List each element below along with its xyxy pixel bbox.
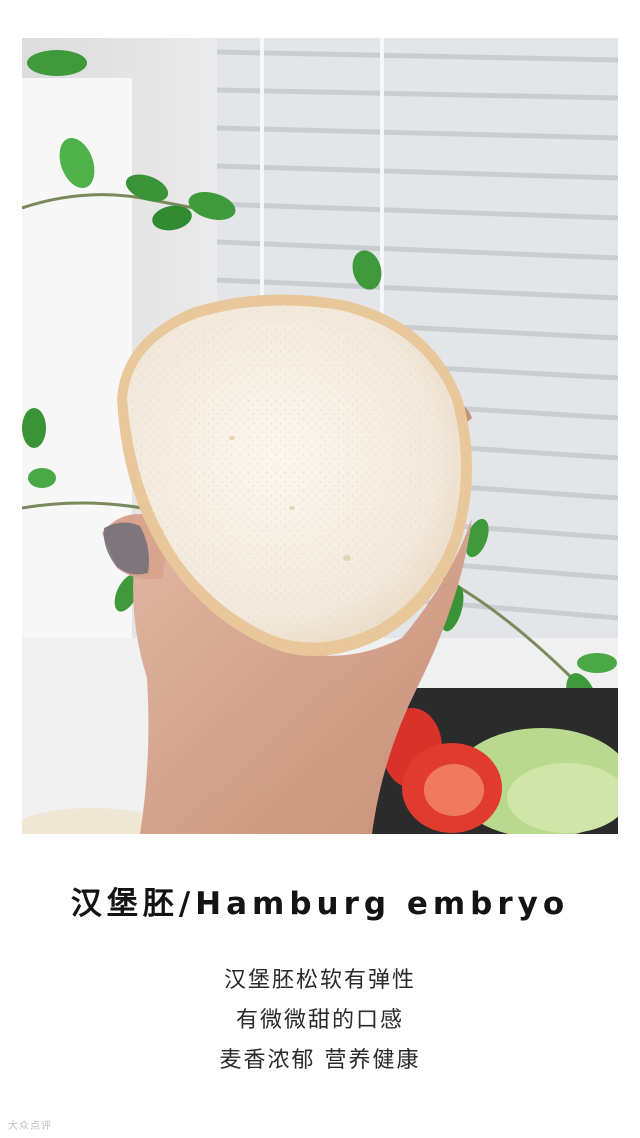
food-photo — [22, 38, 618, 834]
caption-line: 汉堡胚松软有弹性 — [223, 968, 416, 993]
caption-line: 麦香浓郁 营养健康 — [219, 1048, 421, 1073]
watermark: 大众点评 — [8, 1121, 52, 1132]
caption-line: 有微微甜的口感 — [235, 1008, 404, 1033]
photo-illustration — [22, 38, 618, 834]
caption-description: 汉堡胚松软有弹性 有微微甜的口感 麦香浓郁 营养健康 — [0, 964, 640, 1084]
caption-title: 汉堡胚/Hamburg embryo — [70, 886, 570, 922]
